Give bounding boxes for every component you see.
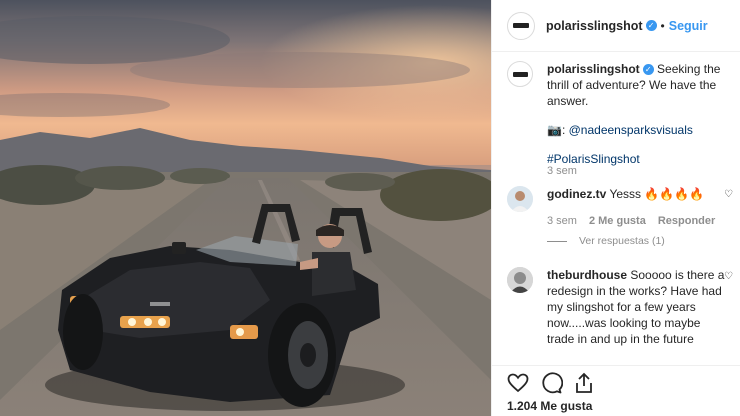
view-replies-label[interactable]: Ver respuestas (1): [579, 235, 665, 247]
comment-username[interactable]: godinez.tv: [547, 187, 606, 201]
caption-body: polarisslingshot ✓ Seeking the thrill of …: [547, 61, 729, 167]
heart-icon[interactable]: [506, 371, 530, 395]
view-replies[interactable]: Ver respuestas (1): [547, 235, 665, 247]
reply-button[interactable]: Responder: [658, 215, 715, 227]
replies-divider: [547, 240, 567, 242]
comment-text: Yesss 🔥🔥🔥🔥: [609, 187, 705, 201]
likes-count[interactable]: 1.204 Me gusta: [507, 399, 592, 413]
photo-credit-link[interactable]: @nadeensparksvisuals: [569, 123, 693, 137]
comment-like-icon[interactable]: ♡: [724, 271, 733, 282]
caption: polarisslingshot ✓ Seeking the thrill of …: [507, 61, 729, 167]
post-photo[interactable]: [0, 0, 491, 416]
camera-icon: 📷:: [547, 123, 566, 137]
comment-likes[interactable]: 2 Me gusta: [589, 215, 646, 227]
comment-item: godinez.tv Yesss 🔥🔥🔥🔥: [507, 186, 729, 212]
verified-badge-icon: ✓: [642, 64, 654, 76]
photo-credit: 📷: @nadeensparksvisuals: [547, 122, 729, 138]
separator-dot: •: [660, 18, 665, 33]
verified-badge-icon: ✓: [645, 20, 657, 31]
person-avatar-icon: [507, 186, 533, 212]
post-actions: 1.204 Me gusta: [492, 365, 740, 416]
comment-item: theburdhouse Sooooo is there a redesign …: [507, 267, 729, 347]
caption-time[interactable]: 3 sem: [547, 165, 577, 177]
caption-username[interactable]: polarisslingshot: [547, 62, 640, 76]
caption-meta: 3 sem: [547, 165, 577, 177]
commenter-avatar[interactable]: [507, 186, 533, 212]
post-sidebar: polarisslingshot ✓ • Seguir polarissling…: [491, 0, 740, 416]
comment-username[interactable]: theburdhouse: [547, 268, 627, 282]
person-avatar-icon: [507, 267, 533, 293]
share-icon[interactable]: [572, 371, 596, 395]
comments-section[interactable]: polarisslingshot ✓ Seeking the thrill of …: [492, 53, 740, 365]
brand-logo: [512, 71, 528, 77]
comment-body: theburdhouse Sooooo is there a redesign …: [547, 267, 727, 347]
follow-button[interactable]: Seguir: [669, 19, 708, 33]
brand-logo: [513, 23, 529, 28]
comment-time[interactable]: 3 sem: [547, 215, 577, 227]
comment-body: godinez.tv Yesss 🔥🔥🔥🔥: [547, 186, 704, 212]
action-icons: [506, 371, 596, 395]
post-header: polarisslingshot ✓ • Seguir: [492, 0, 740, 52]
author-username[interactable]: polarisslingshot: [546, 19, 643, 33]
comment-meta: 3 sem 2 Me gusta Responder: [547, 215, 715, 227]
comment-like-icon[interactable]: ♡: [724, 189, 733, 200]
caption-avatar[interactable]: [507, 61, 533, 87]
photo-scene: [0, 0, 491, 416]
comment-icon[interactable]: [539, 371, 563, 395]
commenter-avatar[interactable]: [507, 267, 533, 293]
author-avatar[interactable]: [507, 11, 535, 40]
